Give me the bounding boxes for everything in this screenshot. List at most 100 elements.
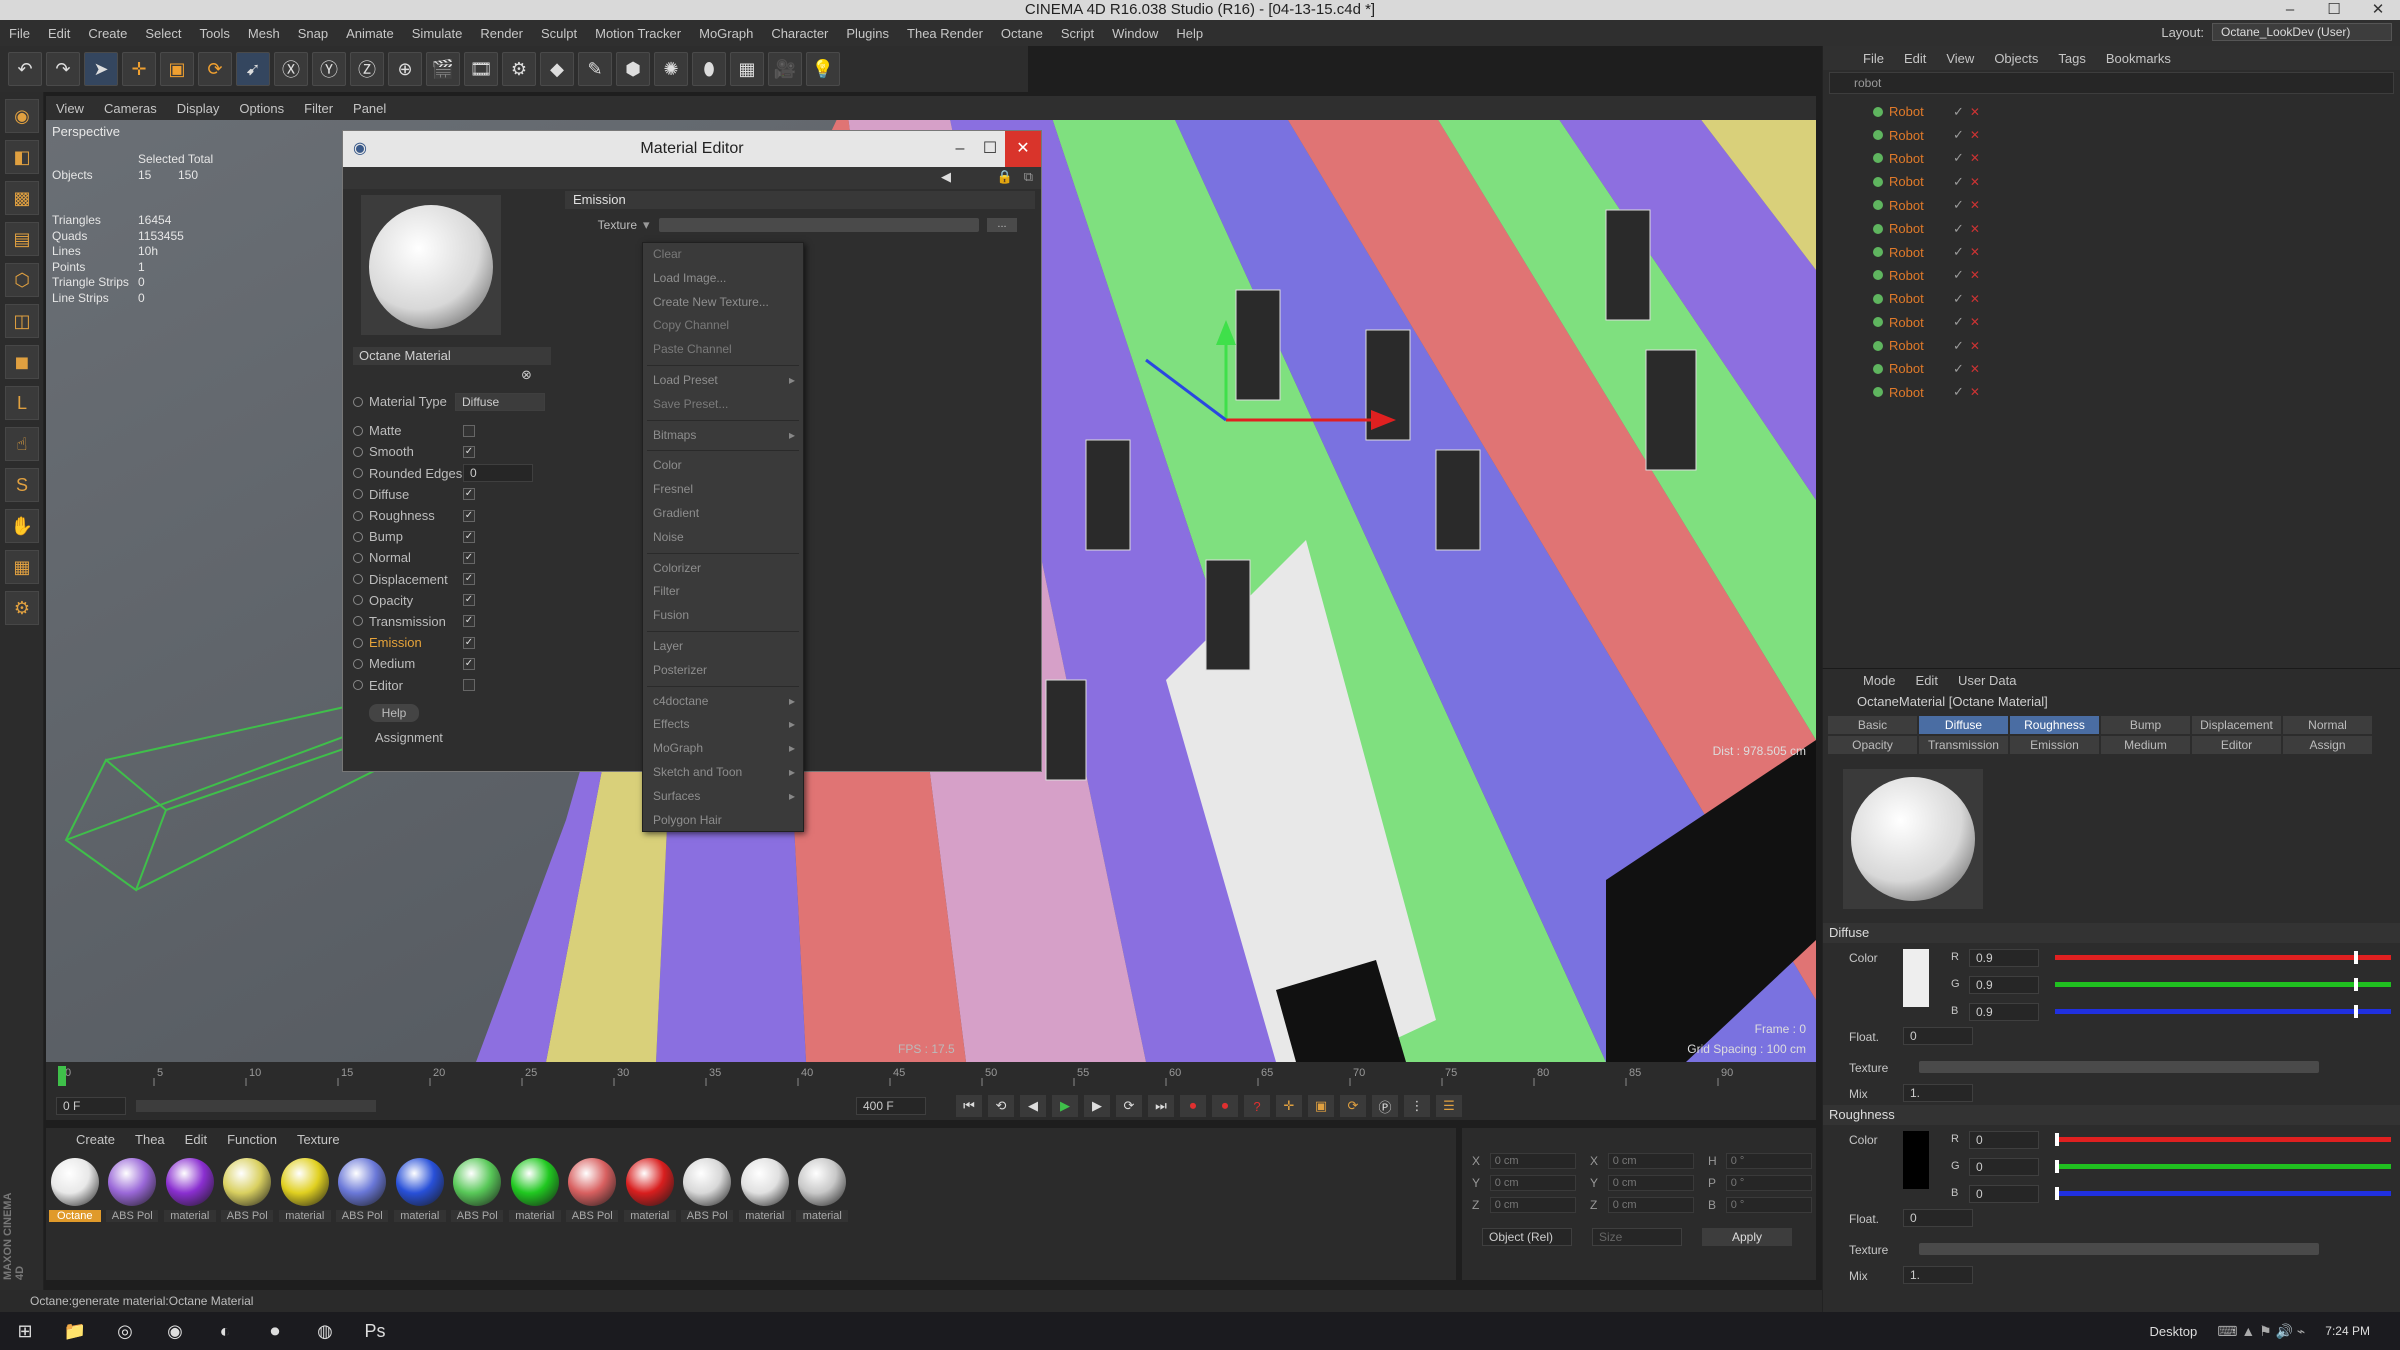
material-ball-icon[interactable] (223, 1158, 272, 1206)
menu-item-animate[interactable]: Animate (337, 26, 403, 41)
spline-pen-icon[interactable]: ✎ (578, 52, 612, 86)
material-swatch[interactable]: material (276, 1158, 334, 1222)
channel-displacement[interactable]: Displacement ✓ (353, 569, 551, 590)
object-name[interactable]: Robot (1889, 361, 1949, 376)
material-swatch[interactable]: ABS Pol (104, 1158, 162, 1222)
material-menu-thea[interactable]: Thea (125, 1132, 175, 1147)
roughness-r-slider[interactable] (2055, 1133, 2391, 1146)
render-settings-icon[interactable]: ⚙ (502, 52, 536, 86)
coord-field[interactable]: 0 cm (1607, 1197, 1694, 1213)
explorer-icon[interactable]: 📁 (58, 1317, 92, 1345)
roughness-g-slider[interactable] (2055, 1160, 2391, 1173)
menu-item-tools[interactable]: Tools (191, 26, 239, 41)
channel-roughness[interactable]: Roughness ✓ (353, 505, 551, 526)
material-ball-icon[interactable] (798, 1158, 847, 1206)
assignment-label[interactable]: Assignment (375, 730, 551, 745)
material-menu-texture[interactable]: Texture (287, 1132, 350, 1147)
back-arrow-icon[interactable]: ◀ (941, 169, 951, 185)
menu-item-snap[interactable]: Snap (289, 26, 337, 41)
material-name[interactable]: material (393, 1210, 446, 1222)
menu-item-thea-render[interactable]: Thea Render (898, 26, 992, 41)
channel-label[interactable]: Rounded Edges (369, 466, 463, 481)
context-menu-item-fresnel[interactable]: Fresnel (643, 478, 803, 502)
material-swatch[interactable]: material (391, 1158, 449, 1222)
channel-label[interactable]: Emission (369, 635, 463, 650)
material-menu-create[interactable]: Create (66, 1132, 125, 1147)
channel-opacity[interactable]: Opacity ✓ (353, 590, 551, 611)
menu-item-file[interactable]: File (0, 26, 39, 41)
attribute-menu-user-data[interactable]: User Data (1948, 673, 2027, 688)
context-menu-item-posterizer[interactable]: Posterizer (643, 659, 803, 683)
diffuse-r-slider[interactable] (2055, 951, 2391, 964)
visibility-check-icon[interactable]: ✓ (1953, 267, 1964, 283)
slider-knob[interactable] (2353, 1005, 2358, 1018)
menu-item-plugins[interactable]: Plugins (837, 26, 898, 41)
position-key-icon[interactable]: ✛ (1276, 1095, 1302, 1117)
delete-tag-icon[interactable]: ✕ (1970, 105, 1980, 119)
attribute-menu-edit[interactable]: Edit (1906, 673, 1948, 688)
menu-item-simulate[interactable]: Simulate (403, 26, 472, 41)
object-row-robot[interactable]: Robot ✓ ✕ (1823, 170, 2400, 193)
scale-tool-icon[interactable]: ▣ (160, 52, 194, 86)
material-ball-icon[interactable] (280, 1158, 329, 1206)
viewport-menu-filter[interactable]: Filter (294, 101, 343, 116)
nurbs-icon[interactable]: ⬢ (616, 52, 650, 86)
channel-checkbox[interactable]: ✓ (463, 509, 475, 522)
diffuse-g-field[interactable]: 0.9 (1969, 976, 2039, 994)
delete-tag-icon[interactable]: ✕ (1970, 362, 1980, 376)
channel-label[interactable]: Smooth (369, 444, 463, 459)
pla-key-icon[interactable]: ⋮ (1404, 1095, 1430, 1117)
tab-bump[interactable]: Bump (2101, 716, 2190, 734)
material-swatch[interactable]: material (161, 1158, 219, 1222)
material-swatch[interactable]: ABS Pol (334, 1158, 392, 1222)
menu-item-sculpt[interactable]: Sculpt (532, 26, 586, 41)
channel-checkbox[interactable]: ✓ (463, 594, 475, 607)
edges-mode-icon[interactable]: ◫ (5, 304, 39, 338)
channel-checkbox[interactable]: ✓ (463, 488, 475, 501)
material-swatch[interactable]: Octane (46, 1158, 104, 1222)
visibility-check-icon[interactable]: ✓ (1953, 291, 1964, 307)
channel-matte[interactable]: Matte (353, 420, 551, 441)
roughness-texture-slot[interactable] (1919, 1243, 2319, 1255)
texture-dropdown-icon[interactable]: ▾ (643, 217, 655, 233)
object-menu-tags[interactable]: Tags (2048, 51, 2095, 66)
delete-tag-icon[interactable]: ✕ (1970, 222, 1980, 236)
object-row-robot[interactable]: Robot ✓ ✕ (1823, 147, 2400, 170)
channel-checkbox[interactable]: ✓ (463, 573, 475, 586)
material-swatch[interactable]: material (736, 1158, 794, 1222)
play-icon[interactable]: ▶ (1052, 1095, 1078, 1117)
material-ball-icon[interactable] (108, 1158, 157, 1206)
context-menu-item-layer[interactable]: Layer (643, 635, 803, 659)
last-tool-icon[interactable]: ➹ (236, 52, 270, 86)
render-view-icon[interactable]: 🎬 (426, 52, 460, 86)
undo-icon[interactable]: ↶ (8, 52, 42, 86)
diffuse-texture-slot[interactable] (1919, 1061, 2319, 1073)
coord-field[interactable]: 0 ° (1725, 1197, 1812, 1213)
material-name[interactable]: material (738, 1210, 791, 1222)
channel-rounded-edges[interactable]: Rounded Edges 0 (353, 463, 551, 484)
object-name[interactable]: Robot (1889, 198, 1949, 213)
material-ball-icon[interactable] (165, 1158, 214, 1206)
channel-checkbox[interactable]: ✓ (463, 615, 475, 628)
delete-tag-icon[interactable]: ✕ (1970, 268, 1980, 282)
object-name[interactable]: Robot (1889, 151, 1949, 166)
tab-medium[interactable]: Medium (2101, 736, 2190, 754)
points-mode-icon[interactable]: ⬡ (5, 263, 39, 297)
coord-field[interactable]: 0 cm (1489, 1197, 1576, 1213)
slider-knob[interactable] (2055, 1133, 2059, 1146)
tweak-mode-icon[interactable]: ☝ (5, 427, 39, 461)
material-name[interactable]: material (623, 1210, 676, 1222)
object-menu-objects[interactable]: Objects (1984, 51, 2048, 66)
material-swatch[interactable]: ABS Pol (449, 1158, 507, 1222)
goto-end-icon[interactable]: ⏭ (1148, 1095, 1174, 1117)
next-frame-icon[interactable]: ▶ (1084, 1095, 1110, 1117)
model-mode-icon[interactable]: ◧ (5, 140, 39, 174)
material-swatch[interactable]: ABS Pol (679, 1158, 737, 1222)
material-ball-icon[interactable] (568, 1158, 617, 1206)
tab-assign[interactable]: Assign (2283, 736, 2372, 754)
channel-checkbox[interactable]: ✓ (463, 530, 475, 543)
preview-range-slider[interactable] (136, 1100, 376, 1112)
object-menu-edit[interactable]: Edit (1894, 51, 1936, 66)
delete-tag-icon[interactable]: ✕ (1970, 385, 1980, 399)
viewport-menu-display[interactable]: Display (167, 101, 230, 116)
